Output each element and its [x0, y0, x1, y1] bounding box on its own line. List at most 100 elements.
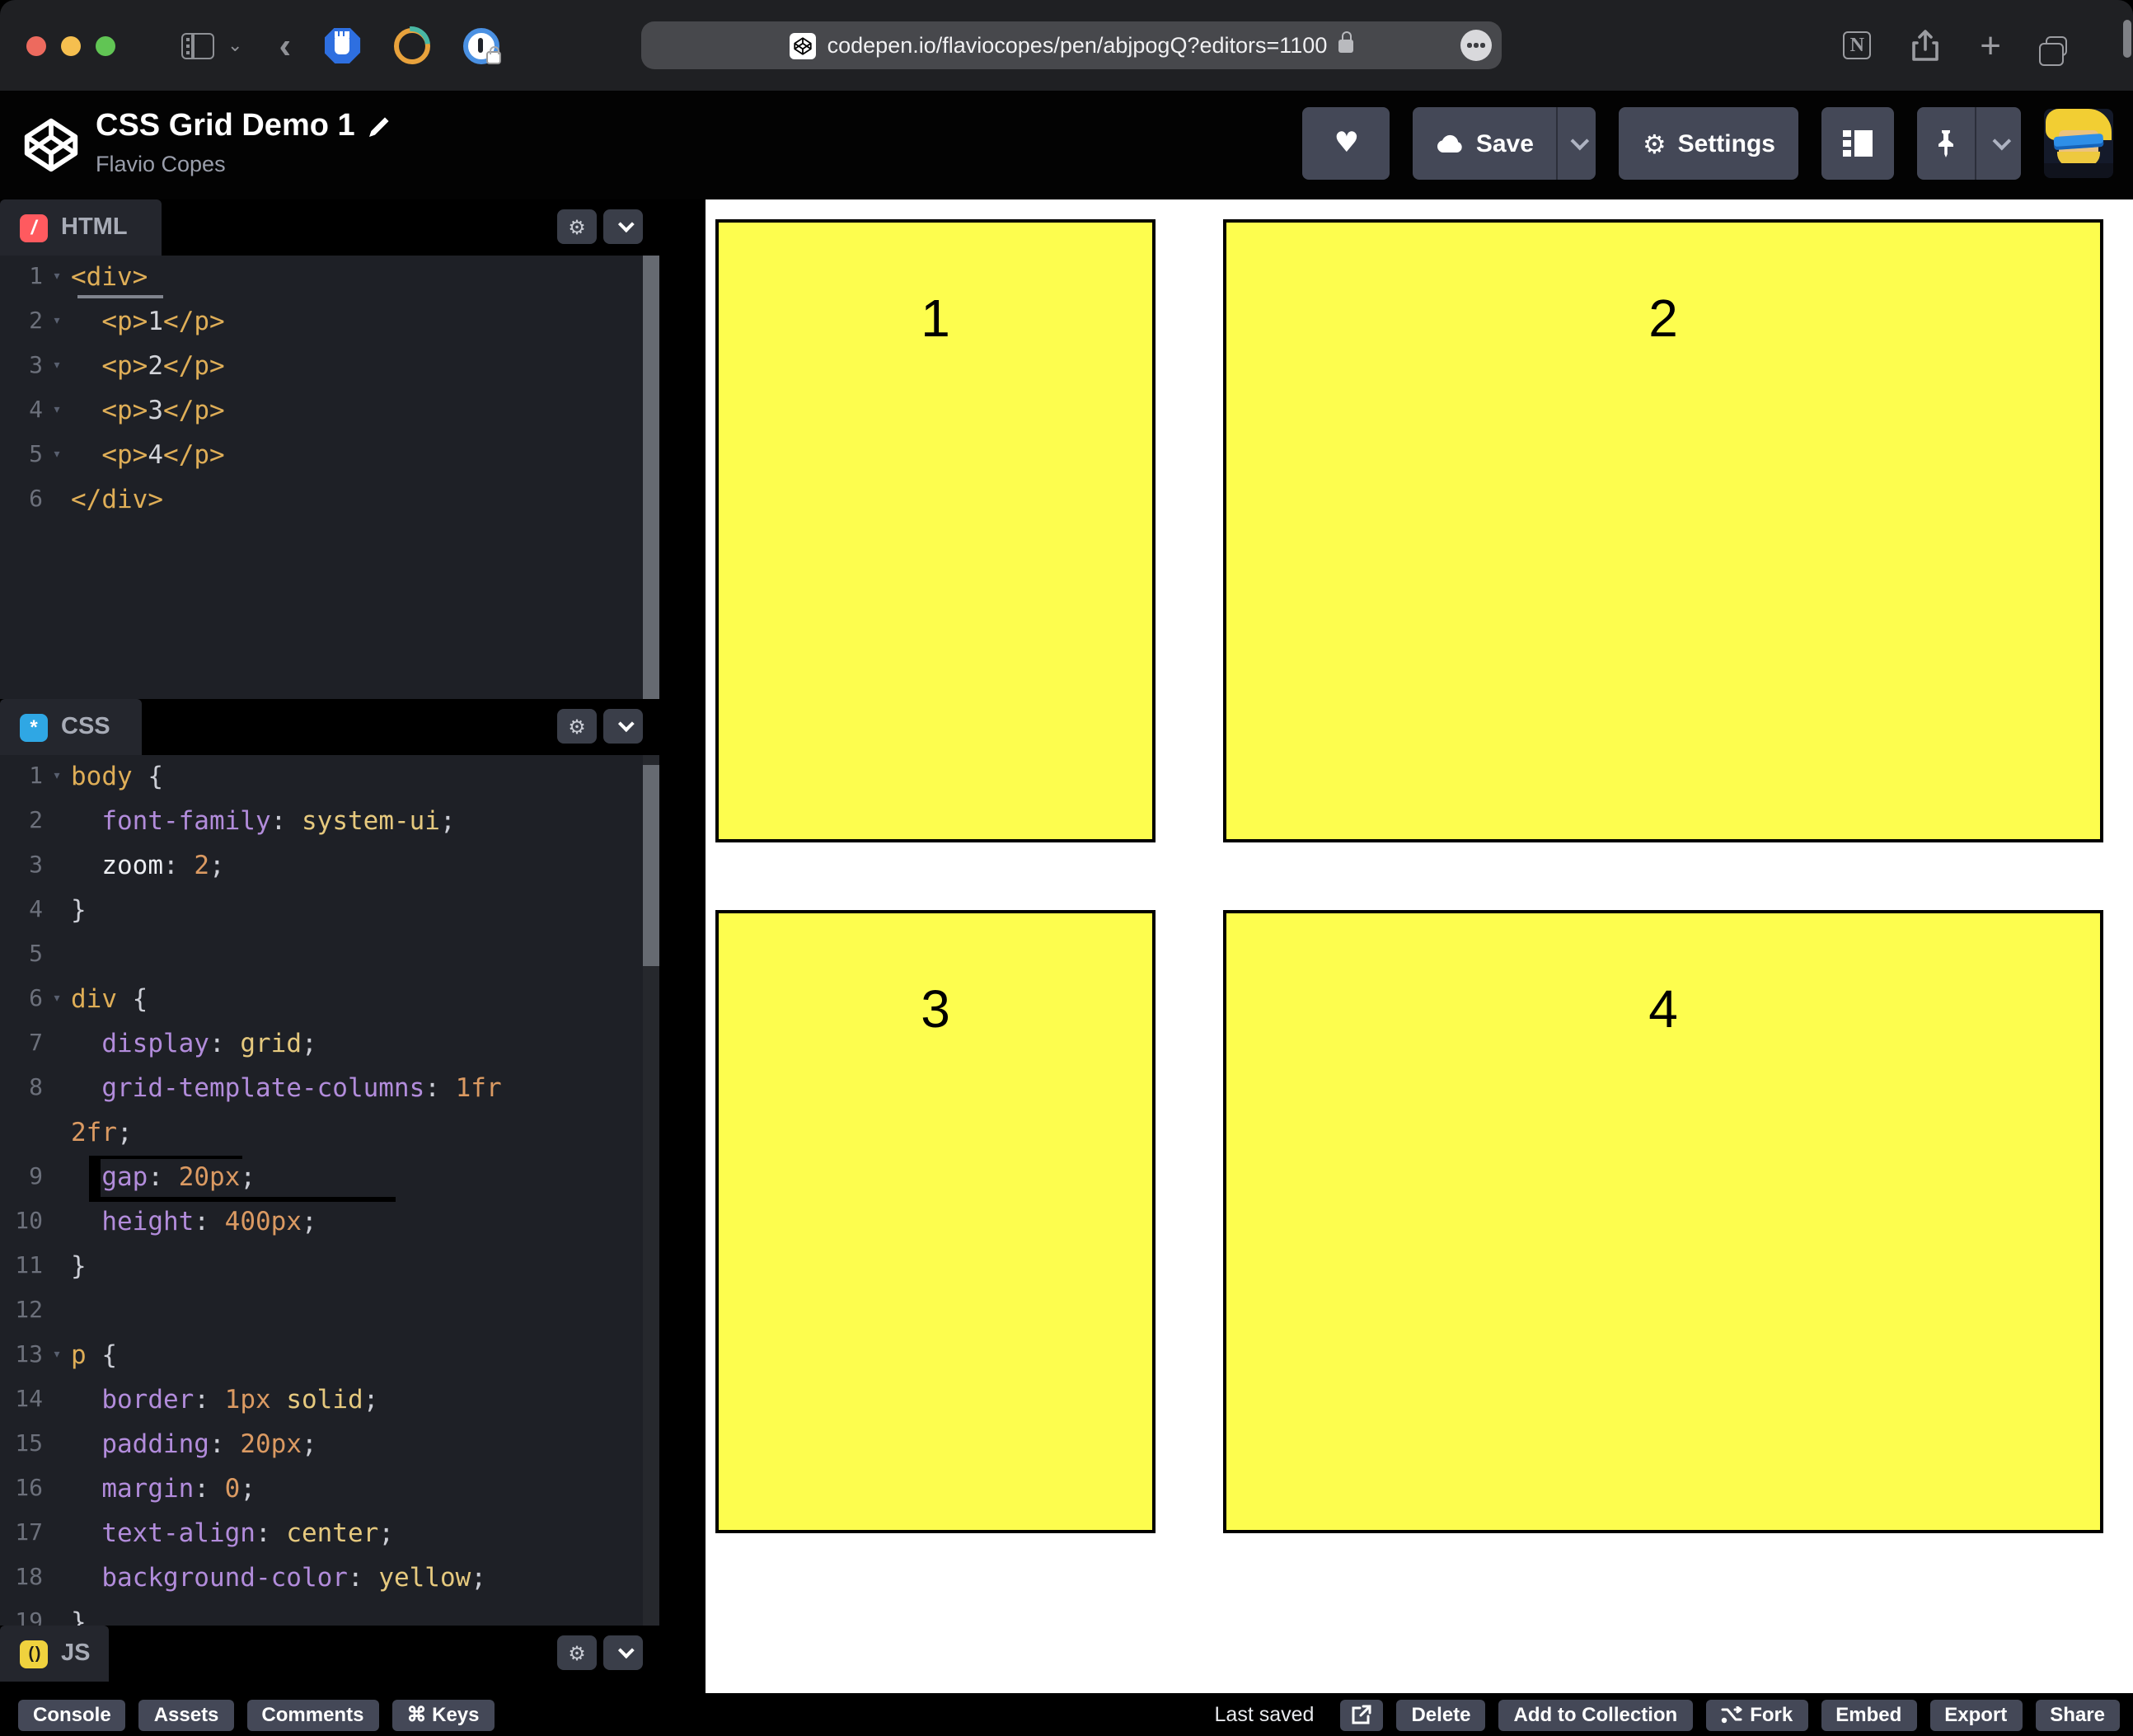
code-line[interactable]: 4▾ <p>3</p> [0, 389, 643, 434]
code-line[interactable]: 19} [0, 1601, 643, 1626]
fork-button[interactable]: Fork [1705, 1699, 1807, 1730]
code-line[interactable]: 1▾<div> [0, 256, 643, 300]
code-line[interactable]: 6</div> [0, 478, 643, 523]
code-line[interactable]: 12 [0, 1289, 643, 1334]
css-settings-button[interactable]: ⚙ [557, 709, 597, 744]
js-editor-panel: ( ) JS ⚙ [0, 1626, 659, 1683]
fold-arrow-icon[interactable]: ▾ [43, 256, 71, 300]
minimize-window-button[interactable] [61, 35, 81, 55]
code-token: { [117, 984, 148, 1014]
code-token: <p> [71, 307, 148, 336]
code-line[interactable]: 13▾p { [0, 1334, 643, 1378]
new-tab-icon[interactable]: + [1980, 30, 2001, 60]
more-options-icon[interactable] [1460, 30, 1492, 61]
code-line[interactable]: 6▾div { [0, 978, 643, 1022]
css-code-editor[interactable]: 1▾body {2 font-family: system-ui;3 zoom:… [0, 755, 643, 1626]
tab-html[interactable]: / HTML [0, 199, 162, 256]
user-avatar[interactable] [2044, 109, 2113, 178]
html-code-editor[interactable]: 1▾<div>2▾ <p>1</p>3▾ <p>2</p>4▾ <p>3</p>… [0, 256, 643, 699]
delete-button[interactable]: Delete [1396, 1699, 1485, 1730]
save-dropdown-button[interactable] [1557, 107, 1596, 180]
js-parens-icon: ( ) [20, 1640, 48, 1668]
code-line[interactable]: 7 display: grid; [0, 1022, 643, 1067]
css-collapse-button[interactable] [603, 709, 643, 744]
back-button[interactable]: ‹ [279, 32, 291, 59]
tab-js[interactable]: ( ) JS [0, 1626, 109, 1682]
code-text: <p>4</p> [71, 434, 225, 478]
js-collapse-button[interactable] [603, 1635, 643, 1670]
code-line[interactable]: 17 text-align: center; [0, 1512, 643, 1556]
settings-button[interactable]: ⚙ Settings [1620, 107, 1798, 180]
pen-title-row: CSS Grid Demo 1 [96, 109, 391, 145]
code-line[interactable]: 9 gap: 20px; [0, 1156, 643, 1200]
code-line[interactable]: 3▾ <p>2</p> [0, 345, 643, 389]
fold-arrow-icon[interactable]: ▾ [43, 389, 71, 434]
grid-item-3: 3 [715, 910, 1156, 1533]
page-scrollbar[interactable] [2123, 20, 2131, 58]
fold-arrow-icon[interactable]: ▾ [43, 300, 71, 345]
fold-gutter [43, 1512, 71, 1556]
close-window-button[interactable] [26, 35, 46, 55]
code-token: background-color [71, 1563, 348, 1593]
codepen-logo-icon[interactable] [21, 115, 81, 175]
code-line[interactable]: 8 grid-template-columns: 1fr [0, 1067, 643, 1111]
sidebar-chevron-icon[interactable]: ⌄ [227, 35, 242, 56]
save-button[interactable]: Save [1413, 107, 1557, 180]
line-number: 18 [0, 1556, 43, 1601]
css-editor-scrollbar[interactable] [643, 765, 659, 966]
share-icon[interactable] [1910, 29, 1940, 62]
code-line[interactable]: 14 border: 1px solid; [0, 1378, 643, 1423]
code-line[interactable]: 2fr; [0, 1111, 643, 1156]
code-line[interactable]: 10 height: 400px; [0, 1200, 643, 1245]
share-button[interactable]: Share [2035, 1699, 2120, 1730]
code-line[interactable]: 16 margin: 0; [0, 1467, 643, 1512]
address-bar[interactable]: codepen.io/flaviocopes/pen/abjpogQ?edito… [641, 21, 1502, 69]
code-line[interactable]: 4} [0, 889, 643, 933]
blocker-extension-icon[interactable] [324, 27, 360, 63]
export-button[interactable]: Export [1929, 1699, 2022, 1730]
comments-button[interactable]: Comments [246, 1699, 378, 1730]
password-extension-icon[interactable] [462, 27, 499, 63]
notion-extension-icon[interactable]: N [1843, 31, 1871, 59]
ring-extension-icon[interactable] [393, 27, 429, 63]
like-button[interactable]: ♥ [1303, 107, 1390, 180]
code-line[interactable]: 2 font-family: system-ui; [0, 800, 643, 844]
html-collapse-button[interactable] [603, 209, 643, 244]
grid-item-1: 1 [715, 219, 1156, 842]
tab-css[interactable]: * CSS [0, 699, 142, 755]
code-line[interactable]: 11} [0, 1245, 643, 1289]
sidebar-toggle-icon[interactable] [181, 32, 214, 59]
fold-arrow-icon[interactable]: ▾ [43, 434, 71, 478]
fold-arrow-icon[interactable]: ▾ [43, 755, 71, 800]
console-button[interactable]: Console [18, 1699, 126, 1730]
code-token: 400px [225, 1207, 302, 1236]
open-live-view-button[interactable] [1340, 1699, 1383, 1730]
pin-button[interactable] [1917, 107, 1975, 180]
zoom-window-button[interactable] [96, 35, 115, 55]
settings-label: Settings [1678, 129, 1775, 157]
code-text: 2fr; [71, 1111, 133, 1156]
change-view-button[interactable] [1821, 107, 1894, 180]
code-line[interactable]: 18 background-color: yellow; [0, 1556, 643, 1601]
pin-dropdown-button[interactable] [1975, 107, 2021, 180]
fold-arrow-icon[interactable]: ▾ [43, 978, 71, 1022]
edit-pencil-icon[interactable] [368, 115, 391, 138]
html-settings-button[interactable]: ⚙ [557, 209, 597, 244]
tab-overview-icon[interactable] [2046, 35, 2067, 55]
embed-button[interactable]: Embed [1821, 1699, 1916, 1730]
fold-arrow-icon[interactable]: ▾ [43, 1334, 71, 1378]
code-line[interactable]: 3 zoom: 2; [0, 844, 643, 889]
pen-author[interactable]: Flavio Copes [96, 152, 226, 176]
code-line[interactable]: 5 [0, 933, 643, 978]
code-line[interactable]: 2▾ <p>1</p> [0, 300, 643, 345]
code-line[interactable]: 1▾body { [0, 755, 643, 800]
code-line[interactable]: 5▾ <p>4</p> [0, 434, 643, 478]
fold-arrow-icon[interactable]: ▾ [43, 345, 71, 389]
js-settings-button[interactable]: ⚙ [557, 1635, 597, 1670]
code-text: grid-template-columns: 1fr [71, 1067, 502, 1111]
html-editor-scrollbar[interactable] [643, 256, 659, 699]
assets-button[interactable]: Assets [139, 1699, 234, 1730]
code-line[interactable]: 15 padding: 20px; [0, 1423, 643, 1467]
keys-button[interactable]: ⌘ Keys [391, 1699, 494, 1730]
add-to-collection-button[interactable]: Add to Collection [1499, 1699, 1693, 1730]
